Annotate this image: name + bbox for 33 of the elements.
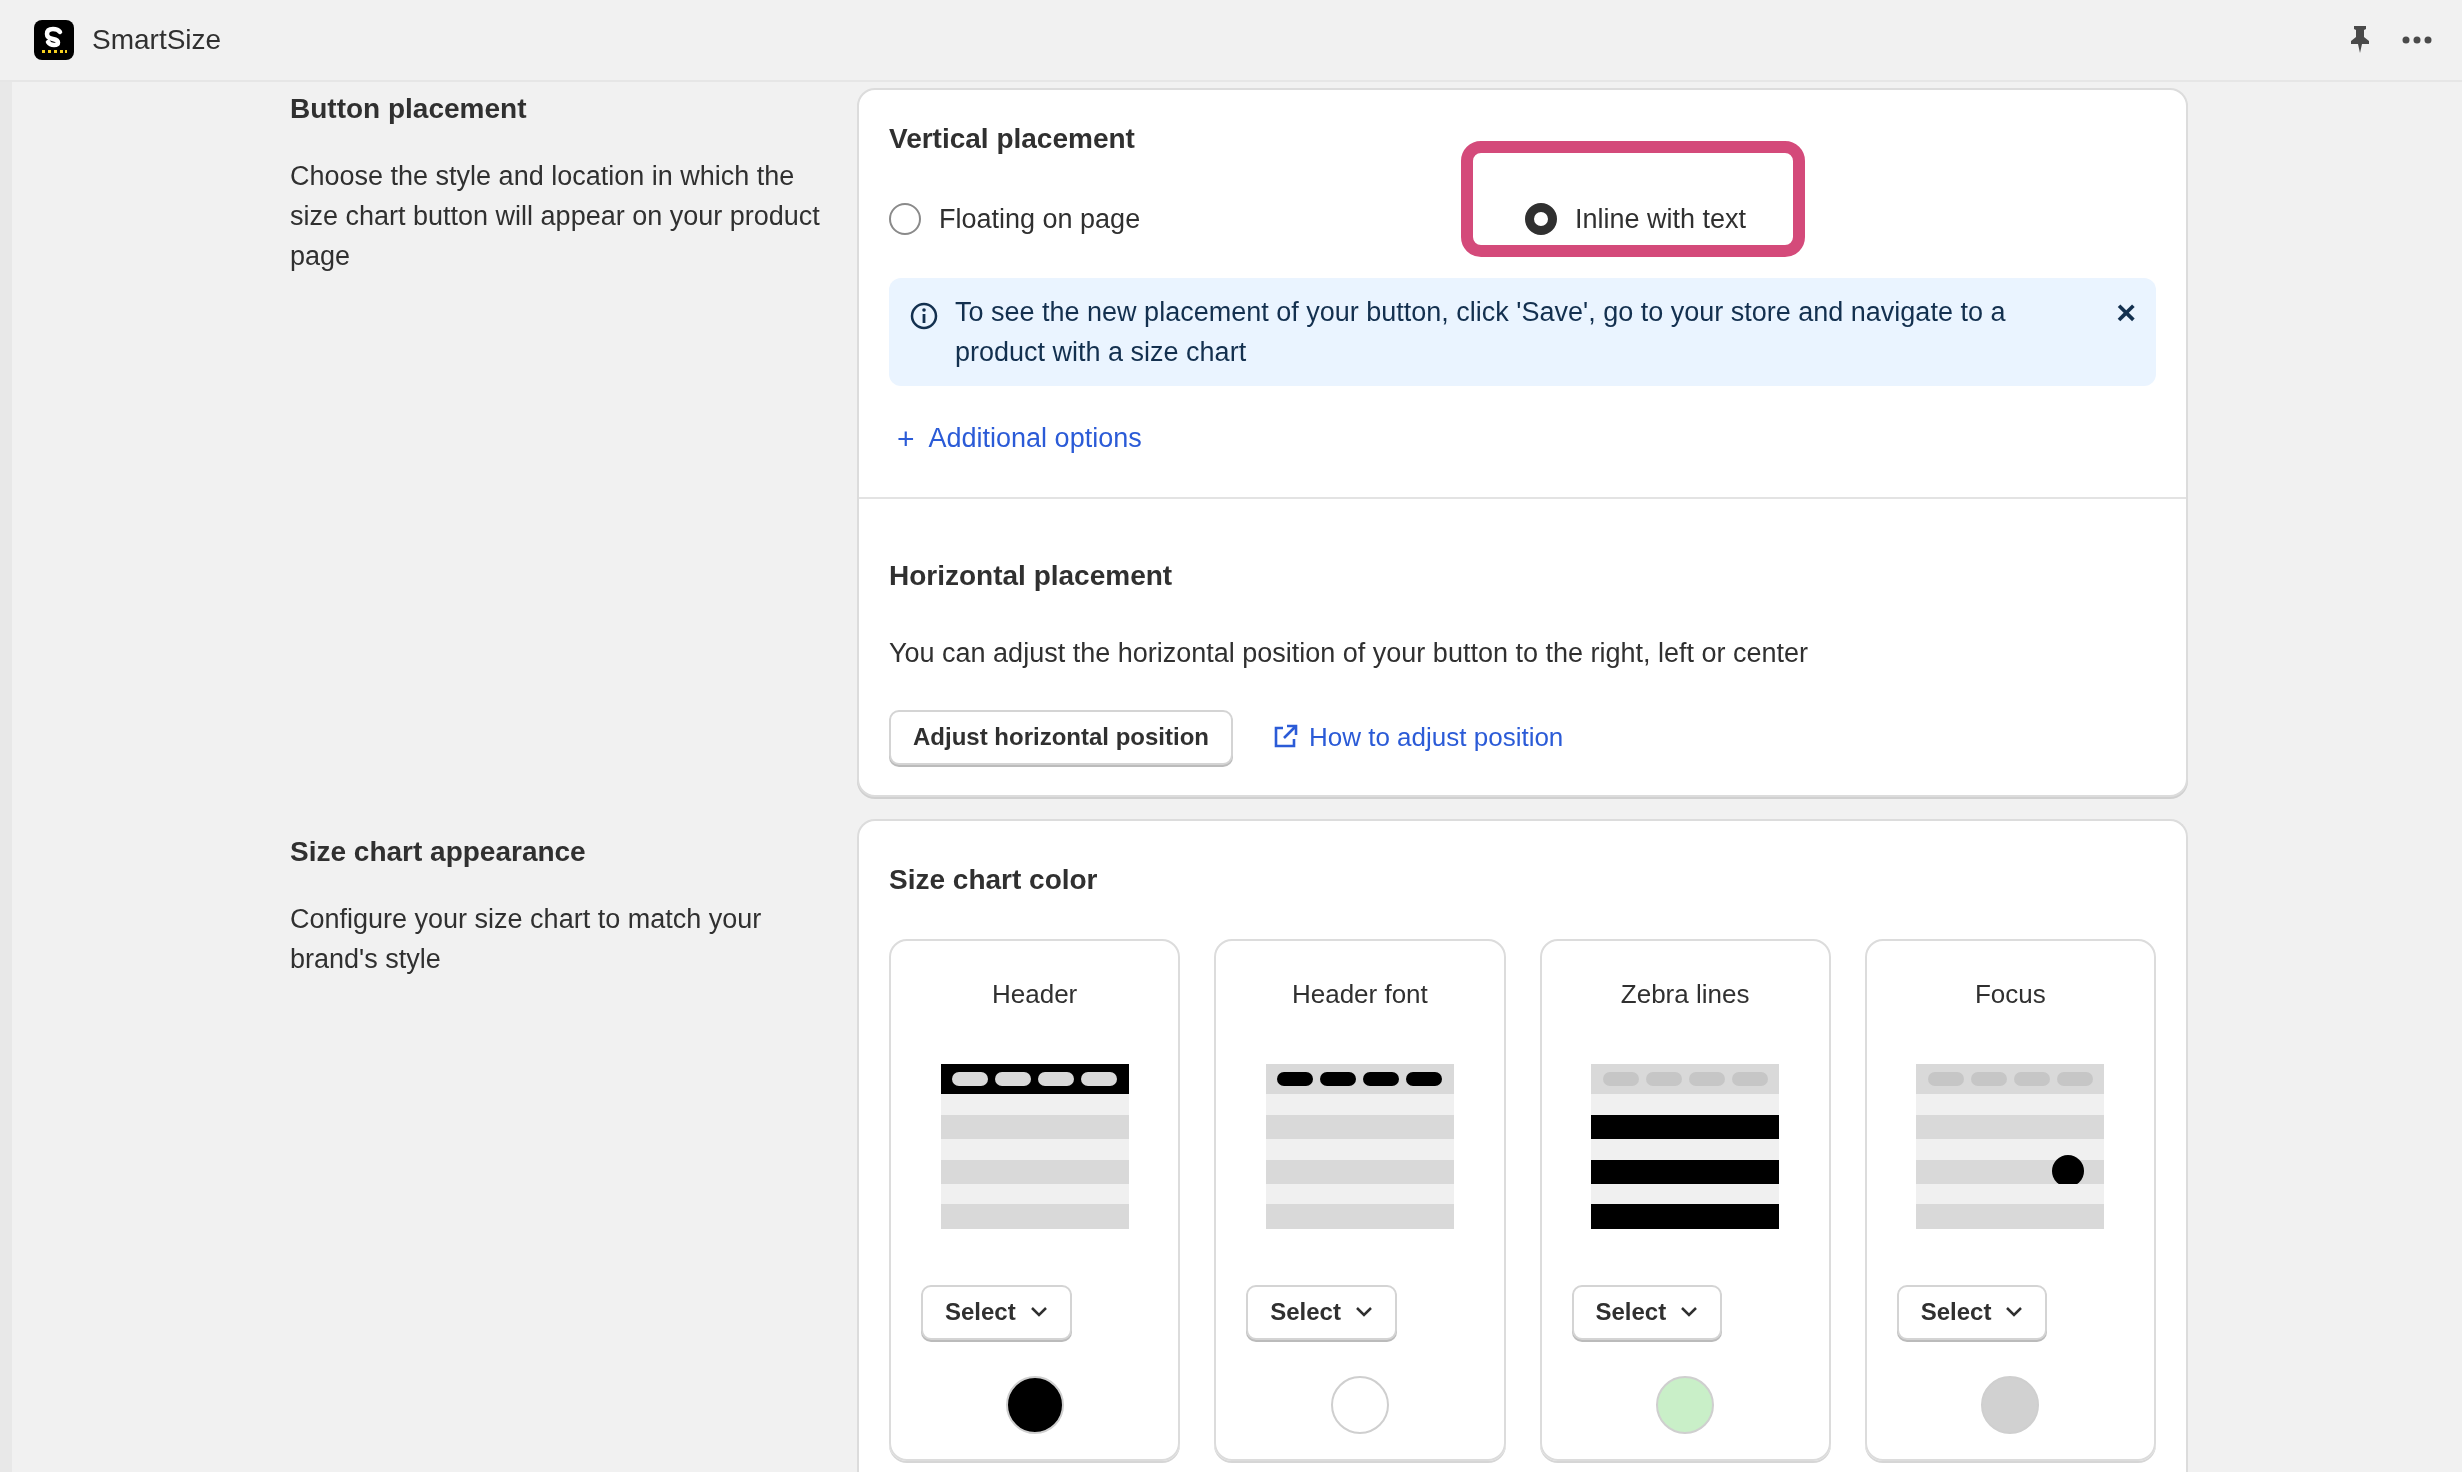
- radio-option[interactable]: Inline with text: [1525, 198, 1747, 240]
- more-icon[interactable]: [2402, 36, 2432, 44]
- card-heading: Vertical placement: [889, 122, 1136, 156]
- card-heading: Horizontal placement: [889, 559, 1174, 593]
- swatch-label: Header font: [1291, 977, 1428, 1011]
- section-description: Choose the style and location in which the size chart button will appear on your product page: [290, 160, 821, 273]
- radio-button[interactable]: [889, 203, 921, 235]
- section-title: Button placement: [290, 92, 528, 126]
- card-description: You can adjust the horizontal position of your button to the right, left or center: [889, 637, 1810, 670]
- chevron-down-icon: [1029, 1306, 1048, 1318]
- close-button[interactable]: ×: [2116, 292, 2136, 332]
- card-heading: Size chart color: [889, 862, 1099, 897]
- select-dropdown[interactable]: Select: [1896, 1284, 2048, 1340]
- help-link[interactable]: How to adjust position: [1270, 717, 1564, 757]
- app-logo-icon: [34, 20, 74, 60]
- swatch-label: Header: [992, 977, 1078, 1011]
- radio-option[interactable]: Floating on page: [889, 198, 1141, 240]
- chevron-down-icon: [1680, 1306, 1699, 1318]
- select-dropdown[interactable]: Select: [921, 1284, 1072, 1340]
- radio-button[interactable]: [1525, 203, 1557, 235]
- info-icon: [909, 301, 939, 331]
- info-message: To see the new placement of your button, click 'Save', go to your store and navigate to a product with a size chart: [955, 296, 2007, 369]
- select-dropdown[interactable]: Select: [1571, 1284, 1723, 1340]
- section-description: Configure your size chart to match your brand's style: [290, 902, 763, 976]
- select-dropdown[interactable]: Select: [1246, 1284, 1397, 1340]
- swatch-label: Zebra lines: [1620, 977, 1750, 1011]
- chevron-down-icon: [2005, 1306, 2024, 1318]
- section-title: Size chart appearance: [290, 834, 587, 869]
- swatch-label: Focus: [1974, 977, 2046, 1011]
- adjust-position-button[interactable]: Adjust horizontal position: [889, 709, 1233, 765]
- additional-options-link[interactable]: + Additional options: [897, 416, 1142, 461]
- chevron-down-icon: [1354, 1306, 1373, 1318]
- app-title: SmartSize: [92, 23, 222, 57]
